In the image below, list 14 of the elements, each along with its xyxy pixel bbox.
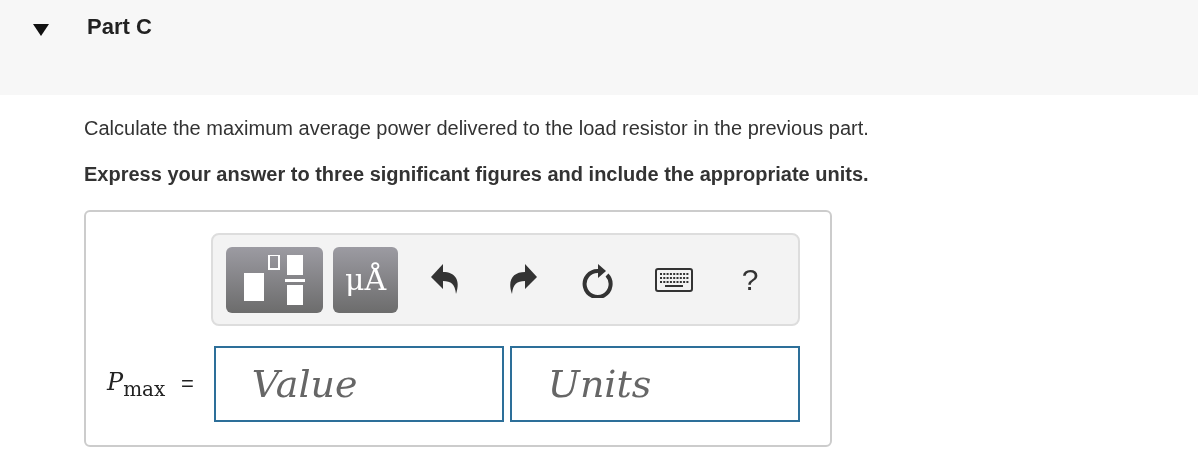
part-title: Part C	[87, 14, 152, 40]
help-button[interactable]: ?	[712, 246, 788, 313]
variable-label: P$_{max}$	[107, 367, 167, 401]
keyboard-icon	[655, 267, 693, 292]
templates-button[interactable]	[226, 246, 323, 313]
equals-sign: =	[181, 371, 194, 397]
units-field[interactable]: Units	[509, 346, 800, 422]
circular-arrow-icon	[581, 261, 615, 298]
units-button[interactable]: μÅ	[333, 246, 398, 313]
value-field[interactable]: Value	[213, 346, 504, 422]
collapse-triangle-icon[interactable]	[33, 24, 49, 36]
question-text: Calculate the maximum average power delivered to the load resistor in the previous part.	[84, 117, 870, 140]
fraction-template-icon	[243, 254, 306, 305]
instruction-text: Express your answer to three significant figures and include the appropriate units.	[84, 163, 870, 186]
